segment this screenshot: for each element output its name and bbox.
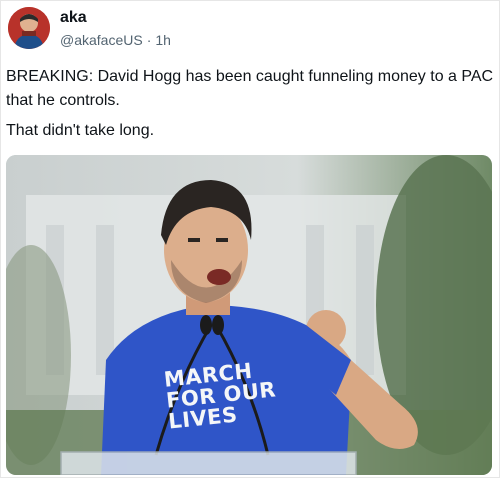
microphone (200, 315, 212, 335)
handle[interactable]: @akafaceUS (60, 32, 143, 48)
lectern (60, 451, 357, 475)
tweet-meta: @akafaceUS · 1h (60, 32, 171, 48)
photo-scene (6, 155, 492, 475)
tweet-paragraph: BREAKING: David Hogg has been caught fun… (6, 68, 494, 109)
tweet-paragraph: That didn't take long. (6, 122, 155, 139)
avatar[interactable] (8, 7, 50, 49)
tweet-photo[interactable] (6, 155, 492, 475)
display-name[interactable]: aka (60, 9, 87, 27)
tweet-card: aka @akafaceUS · 1h BREAKING: David Hogg h… (0, 0, 500, 478)
meta-separator: · (146, 32, 152, 48)
tweet-text: BREAKING: David Hogg has been caught fun… (6, 65, 494, 149)
shirt-lettering: MARCH FOR OUR LIVES (163, 356, 299, 434)
timestamp[interactable]: 1h (155, 32, 171, 48)
